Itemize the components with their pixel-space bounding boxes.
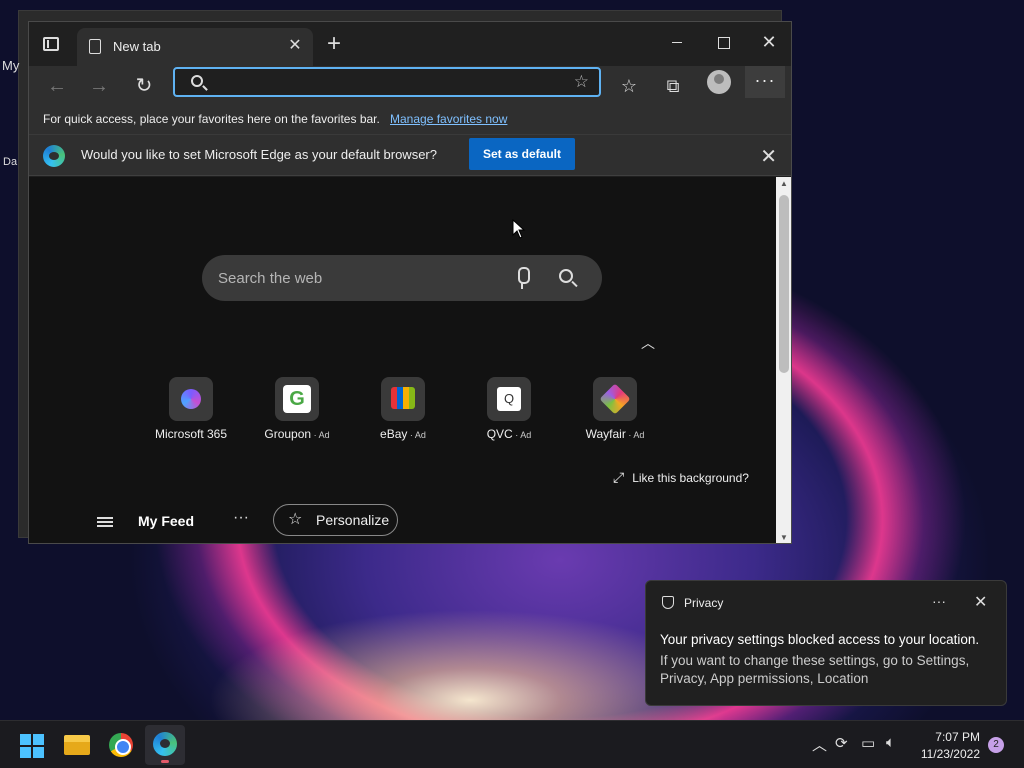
chrome-icon[interactable] <box>109 733 133 757</box>
edge-window: New tab ✕ + ✕ ← → ↻ ☆ ☆ ⧉ ··· For quick … <box>28 21 792 544</box>
collections-icon[interactable]: ⧉ <box>659 73 687 99</box>
wayfair-icon <box>593 377 637 421</box>
favorites-bar-text: For quick access, place your favorites h… <box>43 112 380 126</box>
set-as-default-button[interactable]: Set as default <box>469 138 575 170</box>
volume-icon[interactable]: 🔈︎ <box>886 734 895 751</box>
privacy-notification[interactable]: Privacy ··· ✕ Your privacy settings bloc… <box>645 580 1007 706</box>
web-search-box[interactable] <box>202 255 602 301</box>
network-icon[interactable]: ▭ <box>861 734 875 752</box>
settings-more-button[interactable]: ··· <box>745 66 785 98</box>
back-button[interactable]: ← <box>43 72 71 100</box>
my-feed-tab[interactable]: My Feed <box>138 513 194 529</box>
tab-actions-icon[interactable] <box>43 37 59 51</box>
edge-logo-icon <box>43 145 65 167</box>
address-bar[interactable]: ☆ <box>173 67 601 97</box>
refresh-button[interactable]: ↻ <box>130 72 158 100</box>
manage-favorites-link[interactable]: Manage favorites now <box>390 112 507 126</box>
minimize-button[interactable] <box>657 28 697 56</box>
tile-label: Microsoft 365 <box>154 427 228 441</box>
taskbar-edge-button[interactable] <box>145 725 185 765</box>
scroll-thumb[interactable] <box>779 195 789 373</box>
windows-start-icon[interactable] <box>20 734 44 758</box>
microsoft-365-icon <box>169 377 213 421</box>
default-browser-infobar: Would you like to set Microsoft Edge as … <box>29 134 791 176</box>
quick-link-qvc[interactable]: Q QVC · Ad <box>461 377 557 447</box>
groupon-icon: G <box>275 377 319 421</box>
tile-label: Wayfair · Ad <box>585 427 645 441</box>
microphone-icon[interactable] <box>515 267 530 289</box>
add-favorite-icon[interactable]: ☆ <box>574 72 589 92</box>
search-icon[interactable] <box>559 269 573 283</box>
shield-icon <box>662 596 674 609</box>
page-icon <box>89 39 101 54</box>
desktop-label: My <box>2 58 20 73</box>
sync-icon[interactable]: ⟳ <box>835 734 848 752</box>
file-explorer-icon[interactable] <box>64 735 90 755</box>
quick-link-ebay[interactable]: eBay · Ad <box>355 377 451 447</box>
toolbar: ← → ↻ ☆ ☆ ⧉ ··· <box>29 66 791 106</box>
scrollbar[interactable]: ▲ ▼ <box>776 177 791 543</box>
more-options-icon[interactable]: ··· <box>932 593 946 609</box>
new-tab-button[interactable]: + <box>321 32 347 58</box>
new-tab-page: ︿ Microsoft 365 G Groupon · Ad eBay · Ad… <box>29 177 776 543</box>
tile-label: QVC · Ad <box>486 427 532 441</box>
tile-label: Groupon · Ad <box>264 427 330 441</box>
more-icon[interactable]: ··· <box>233 509 249 527</box>
tab-new-tab[interactable]: New tab ✕ <box>77 28 313 66</box>
scroll-down-arrow[interactable]: ▼ <box>776 531 791 543</box>
address-input[interactable] <box>215 71 555 93</box>
close-icon[interactable]: ✕ <box>760 144 777 169</box>
close-icon[interactable]: ✕ <box>974 592 987 612</box>
chevron-up-icon[interactable]: ︿ <box>641 333 655 353</box>
quick-link-wayfair[interactable]: Wayfair · Ad <box>567 377 663 447</box>
notification-heading: Your privacy settings blocked access to … <box>660 632 980 647</box>
infobar-text: Would you like to set Microsoft Edge as … <box>81 147 437 162</box>
mouse-cursor-icon <box>512 219 526 239</box>
desktop-label: Da <box>3 156 18 168</box>
forward-button[interactable]: → <box>85 72 113 100</box>
favorites-bar: For quick access, place your favorites h… <box>29 106 791 134</box>
clock-date[interactable]: 11/23/2022 <box>910 747 980 761</box>
chevron-up-icon[interactable]: ︿ <box>812 734 827 755</box>
hamburger-menu-icon[interactable] <box>97 517 113 527</box>
search-icon <box>191 75 203 87</box>
notification-app-name: Privacy <box>684 596 724 610</box>
quick-link-microsoft-365[interactable]: Microsoft 365 <box>143 377 239 447</box>
notification-body: If you want to change these settings, go… <box>660 653 970 686</box>
taskbar: ︿ ⟳ ▭ 🔈︎ 7:07 PM 11/23/2022 2 <box>0 720 1024 768</box>
tile-label: eBay · Ad <box>380 427 426 441</box>
clock-time[interactable]: 7:07 PM <box>920 730 980 744</box>
expand-icon: ⤢ <box>613 469 625 485</box>
ebay-icon <box>381 377 425 421</box>
title-bar: New tab ✕ + ✕ <box>29 22 791 66</box>
profile-avatar[interactable] <box>707 70 731 94</box>
favorites-icon[interactable]: ☆ <box>615 73 643 99</box>
web-search-input[interactable] <box>218 267 498 289</box>
edge-icon <box>153 732 177 756</box>
close-tab-icon[interactable]: ✕ <box>285 36 305 56</box>
tab-title: New tab <box>113 39 161 54</box>
sparkle-icon: ☆ <box>288 511 303 528</box>
scroll-up-arrow[interactable]: ▲ <box>776 177 791 191</box>
notification-badge[interactable]: 2 <box>988 737 1004 753</box>
personalize-button[interactable]: ☆ Personalize <box>273 504 398 536</box>
like-background-link[interactable]: ⤢ Like this background? <box>613 469 749 486</box>
close-window-button[interactable]: ✕ <box>749 28 789 56</box>
running-indicator <box>161 760 169 763</box>
qvc-icon: Q <box>487 377 531 421</box>
maximize-button[interactable] <box>703 28 743 56</box>
feed-bar: My Feed ··· ☆ Personalize <box>29 499 776 543</box>
quick-link-groupon[interactable]: G Groupon · Ad <box>249 377 345 447</box>
